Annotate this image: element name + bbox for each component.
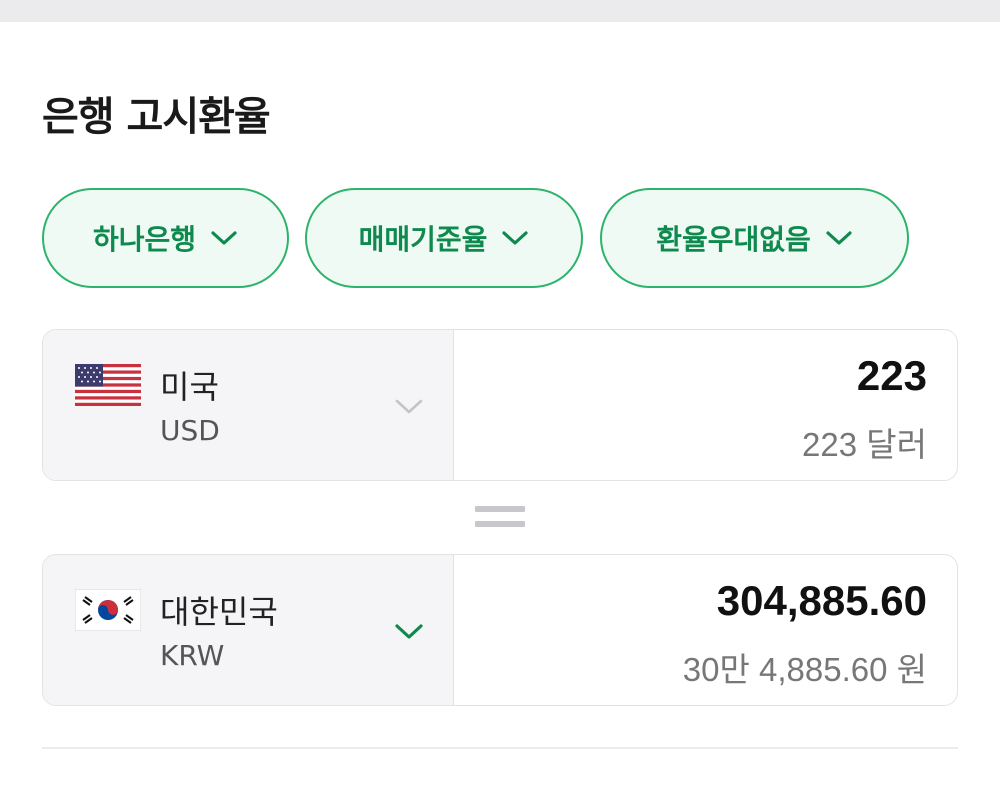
page-title: 은행 고시환율	[42, 94, 271, 140]
to-currency-box: 대한민국 KRW 304,885.60 30만 4,885.60 원	[42, 554, 958, 706]
from-currency-code: USD	[160, 414, 220, 447]
from-amount-text: 223 달러	[802, 426, 927, 463]
rate-type-filter-label: 매매기준율	[358, 223, 488, 256]
bank-filter-label: 하나은행	[92, 223, 197, 256]
to-currency-code: KRW	[160, 639, 225, 672]
chevron-down-icon	[211, 231, 237, 245]
to-currency-selector[interactable]: 대한민국 KRW	[43, 555, 454, 705]
from-amount-value: 223	[856, 352, 927, 399]
divider	[42, 747, 958, 749]
to-currency-name: 대한민국	[160, 593, 278, 631]
preference-filter-chip[interactable]: 환율우대없음	[600, 188, 909, 288]
to-amount-text: 30만 4,885.60 원	[682, 651, 927, 688]
preference-filter-label: 환율우대없음	[656, 223, 811, 256]
from-currency-selector[interactable]: 미국 USD	[43, 330, 454, 480]
bank-filter-chip[interactable]: 하나은행	[42, 188, 289, 288]
us-flag-icon	[75, 364, 141, 406]
chevron-down-icon	[826, 231, 852, 245]
from-currency-box: 미국 USD 223 223 달러	[42, 329, 958, 481]
top-strip	[0, 0, 1000, 22]
equals-icon	[475, 506, 525, 532]
rate-type-filter-chip[interactable]: 매매기준율	[305, 188, 583, 288]
from-amount-input[interactable]: 223 223 달러	[454, 330, 957, 480]
from-currency-name: 미국	[160, 368, 219, 406]
kr-flag-icon	[75, 589, 141, 631]
chevron-down-icon	[395, 624, 423, 639]
to-amount-value: 304,885.60	[716, 577, 927, 624]
chevron-down-icon	[502, 231, 529, 245]
to-amount-input[interactable]: 304,885.60 30만 4,885.60 원	[454, 555, 957, 705]
chevron-down-icon	[395, 399, 423, 414]
